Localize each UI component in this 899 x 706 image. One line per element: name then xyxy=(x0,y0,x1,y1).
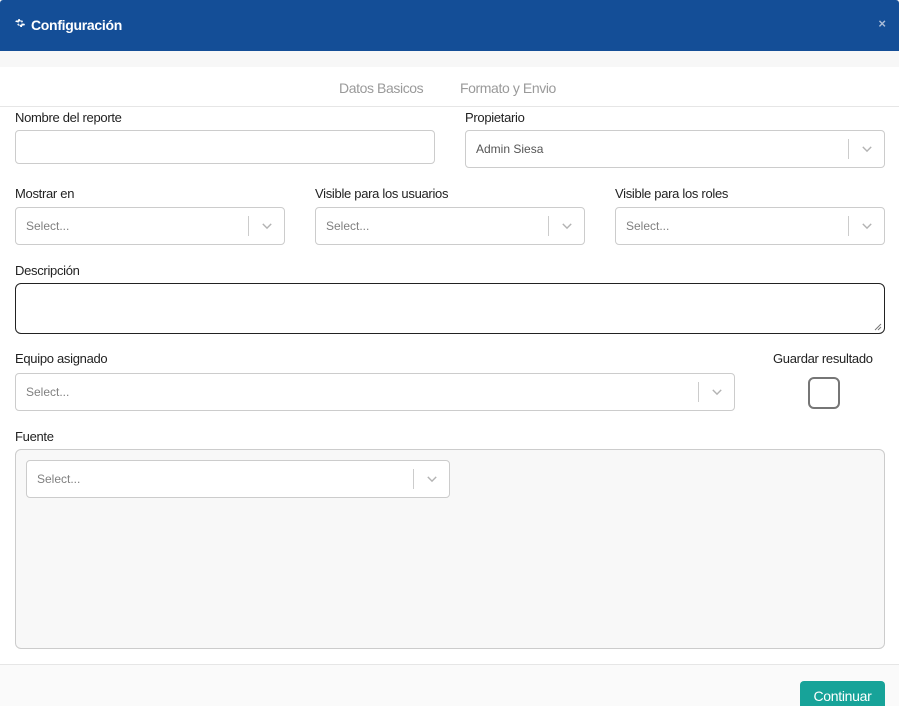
source-label: Fuente xyxy=(15,429,54,444)
visible-users-select[interactable]: Select... xyxy=(315,207,585,245)
report-name-input[interactable] xyxy=(15,130,435,164)
team-placeholder: Select... xyxy=(26,385,70,399)
visible-roles-label: Visible para los roles xyxy=(615,186,729,201)
select-separator xyxy=(413,469,414,489)
gear-icon xyxy=(14,18,28,33)
select-separator xyxy=(848,216,849,236)
description-label: Descripción xyxy=(15,263,80,278)
source-select[interactable]: Select... xyxy=(26,460,450,498)
tab-formato-y-envio[interactable]: Formato y Envio xyxy=(460,80,556,96)
save-result-label: Guardar resultado xyxy=(773,351,873,366)
team-label: Equipo asignado xyxy=(15,351,108,366)
dialog-header: Configuración × xyxy=(0,0,899,51)
team-select[interactable]: Select... xyxy=(15,373,735,411)
visible-roles-select[interactable]: Select... xyxy=(615,207,885,245)
select-separator xyxy=(248,216,249,236)
report-name-label: Nombre del reporte xyxy=(15,110,122,125)
select-separator xyxy=(698,382,699,402)
chevron-down-icon[interactable] xyxy=(425,472,439,486)
chevron-down-icon[interactable] xyxy=(260,219,274,233)
description-textarea[interactable] xyxy=(15,283,885,334)
tab-datos-basicos[interactable]: Datos Basicos xyxy=(339,80,424,96)
dialog-title: Configuración xyxy=(14,17,122,33)
config-form: Nombre del reporte Propietario Admin Sie… xyxy=(0,107,899,664)
visible-roles-placeholder: Select... xyxy=(626,219,670,233)
owner-select[interactable]: Admin Siesa xyxy=(465,130,885,168)
continue-button[interactable]: Continuar xyxy=(800,681,885,706)
owner-value: Admin Siesa xyxy=(476,142,544,156)
show-in-placeholder: Select... xyxy=(26,219,70,233)
resize-grip-icon[interactable] xyxy=(874,323,882,331)
tab-bar: Datos Basicos Formato y Envio xyxy=(0,67,899,107)
chevron-down-icon[interactable] xyxy=(860,219,874,233)
source-panel: Select... xyxy=(15,449,885,649)
select-separator xyxy=(848,139,849,159)
save-result-checkbox[interactable] xyxy=(808,377,840,409)
select-separator xyxy=(548,216,549,236)
visible-users-label: Visible para los usuarios xyxy=(315,186,449,201)
visible-users-placeholder: Select... xyxy=(326,219,370,233)
show-in-select[interactable]: Select... xyxy=(15,207,285,245)
dialog-title-text: Configuración xyxy=(31,17,122,33)
show-in-label: Mostrar en xyxy=(15,186,75,201)
chevron-down-icon[interactable] xyxy=(710,385,724,399)
owner-label: Propietario xyxy=(465,110,525,125)
chevron-down-icon[interactable] xyxy=(860,142,874,156)
source-placeholder: Select... xyxy=(37,472,81,486)
close-icon[interactable]: × xyxy=(878,16,886,31)
dialog-footer: Continuar xyxy=(0,664,899,706)
chevron-down-icon[interactable] xyxy=(560,219,574,233)
